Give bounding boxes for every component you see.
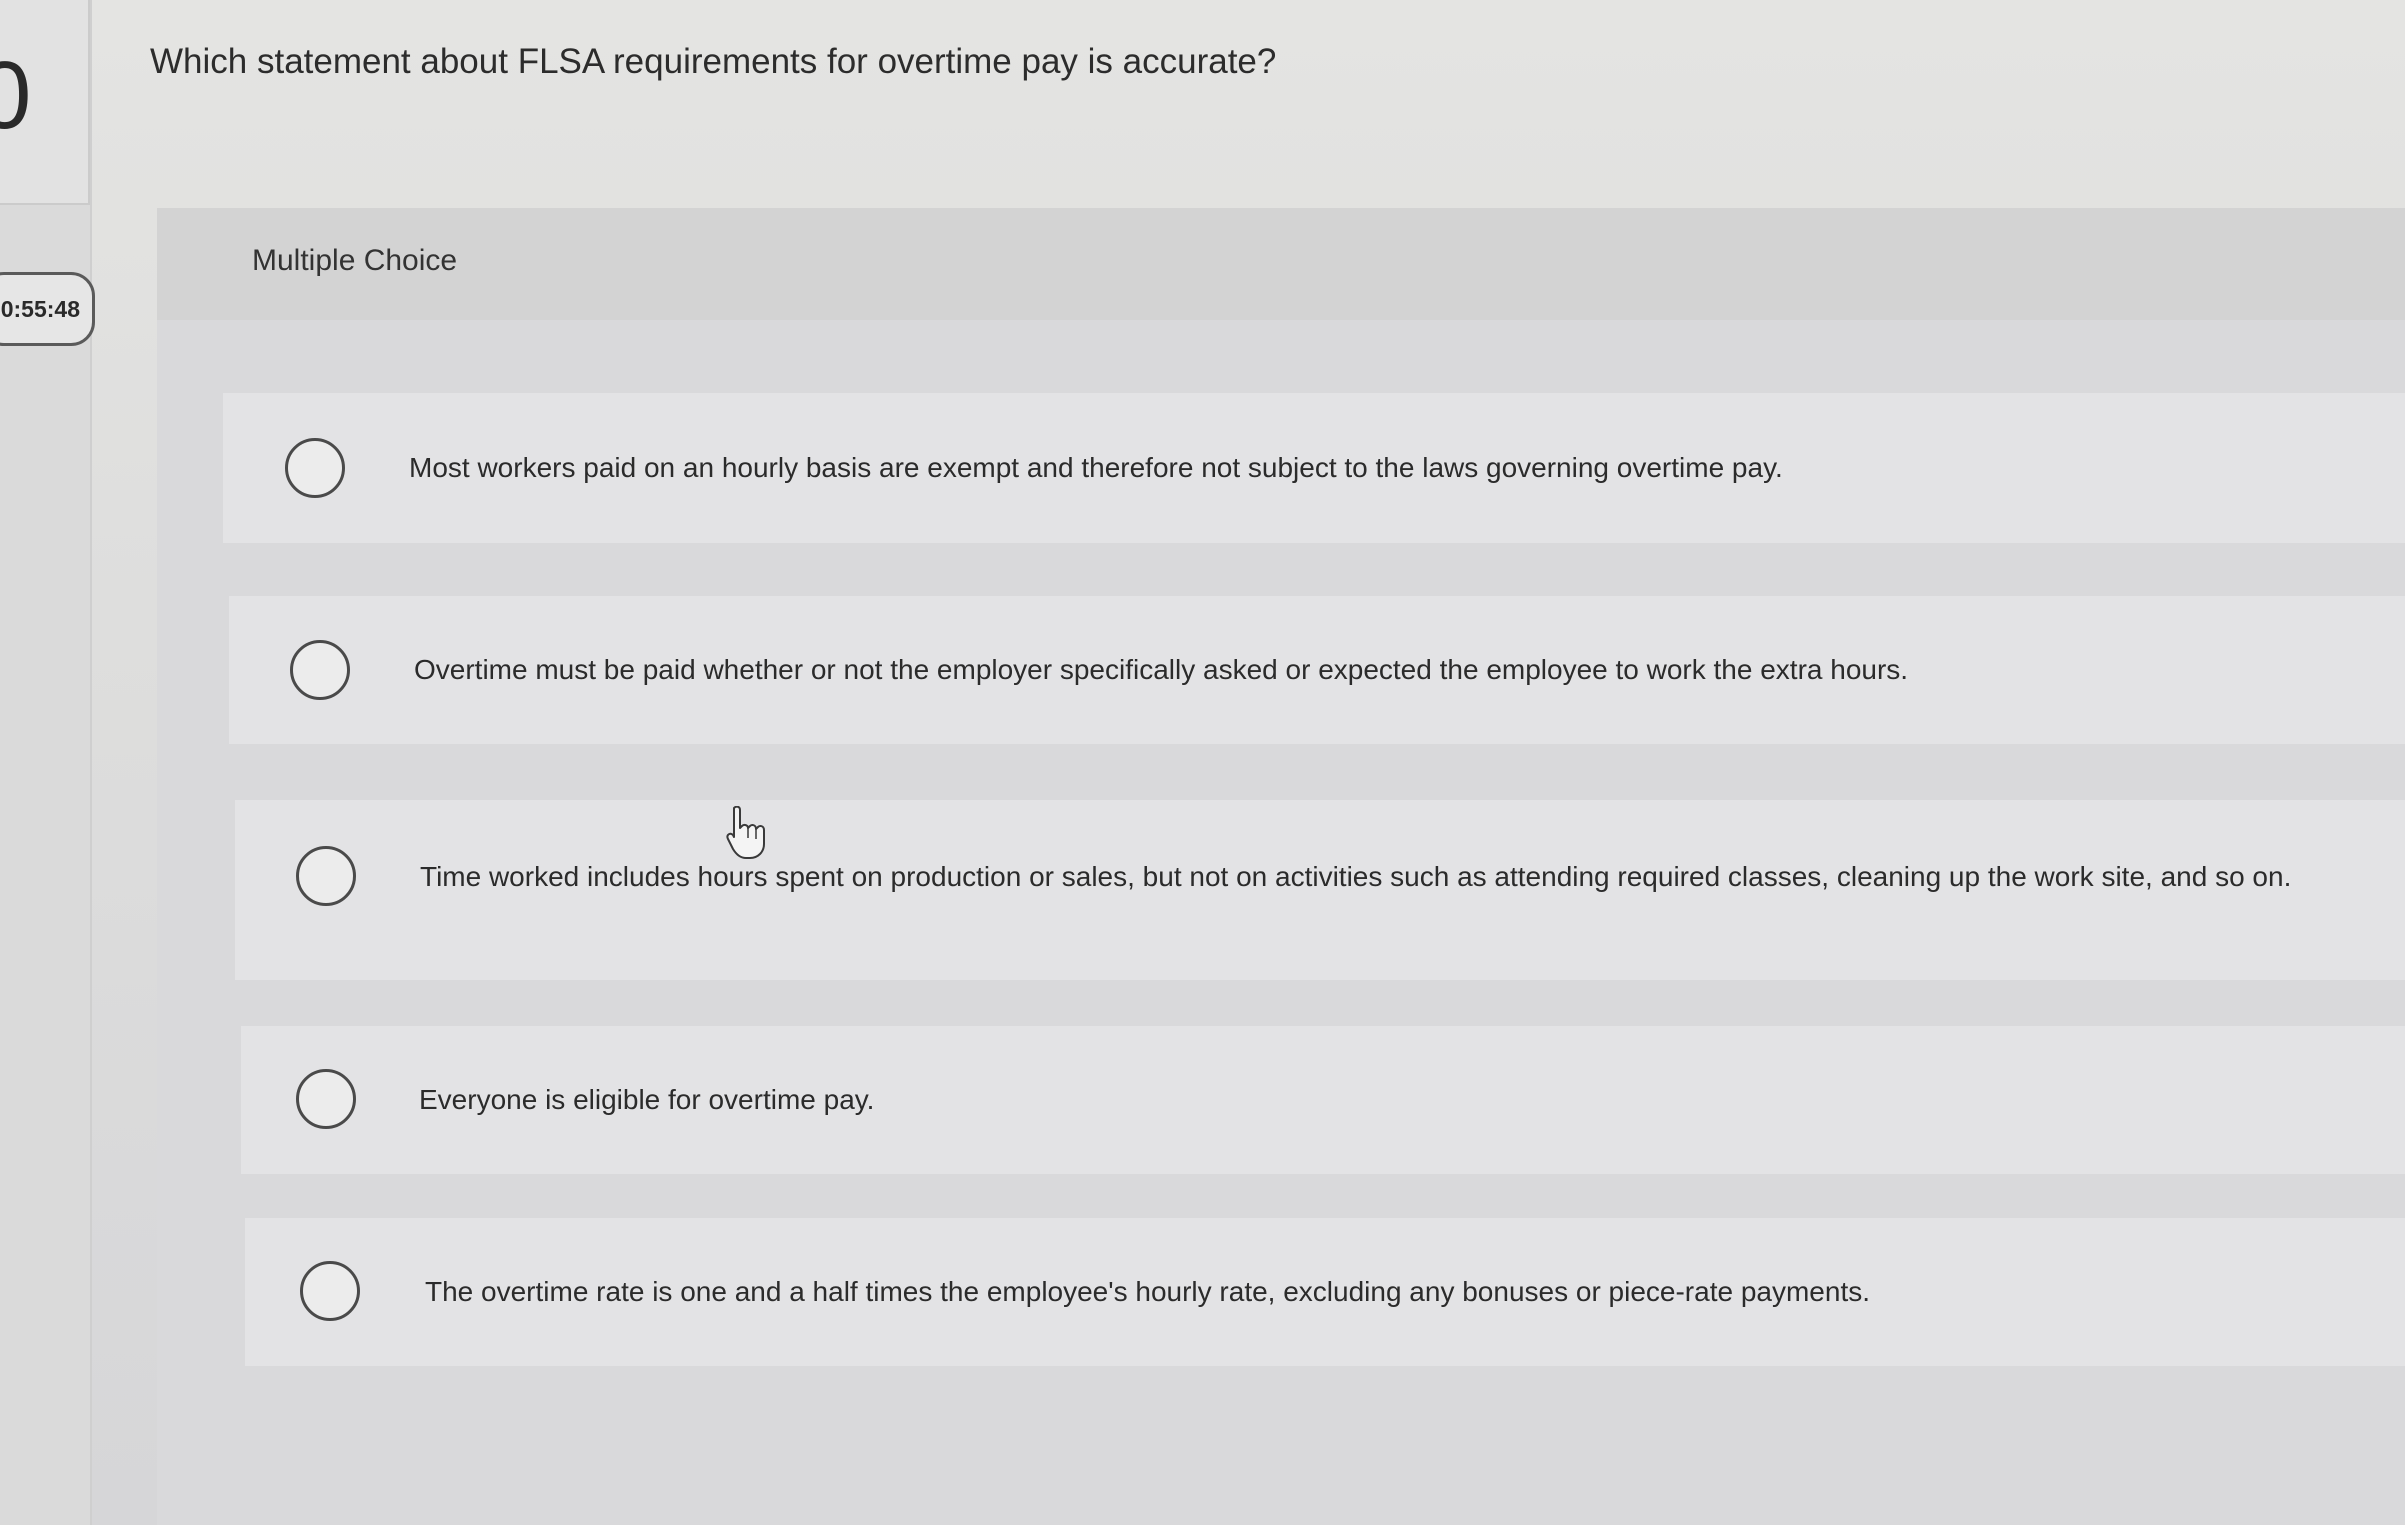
question-type-label: Multiple Choice — [252, 244, 458, 277]
answer-option-4-text[interactable]: Everyone is eligible for overtime pay. — [419, 1081, 2359, 1119]
answer-panel: Multiple Choice Most workers paid on an … — [157, 208, 2405, 1525]
radio-button-4[interactable] — [296, 1069, 356, 1129]
answer-option-5-text[interactable]: The overtime rate is one and a half time… — [425, 1273, 2365, 1311]
radio-button-2[interactable] — [290, 640, 350, 700]
answer-option-1[interactable]: Most workers paid on an hourly basis are… — [223, 393, 2405, 543]
quiz-page: 0 0:55:48 Which statement about FLSA req… — [0, 0, 2405, 1525]
radio-button-3[interactable] — [296, 846, 356, 906]
answer-option-4[interactable]: Everyone is eligible for overtime pay. — [241, 1026, 2405, 1174]
answer-panel-header: Multiple Choice — [157, 208, 2405, 320]
answer-option-1-text[interactable]: Most workers paid on an hourly basis are… — [409, 449, 2369, 487]
answer-option-2[interactable]: Overtime must be paid whether or not the… — [229, 596, 2405, 744]
radio-button-1[interactable] — [285, 438, 345, 498]
question-prompt: Which statement about FLSA requirements … — [150, 42, 1277, 81]
answer-option-3-text[interactable]: Time worked includes hours spent on prod… — [420, 858, 2360, 896]
question-number-box: 0 — [0, 0, 90, 205]
left-rail — [0, 0, 92, 1525]
answer-option-5[interactable]: The overtime rate is one and a half time… — [245, 1218, 2405, 1366]
timer-badge: 0:55:48 — [0, 272, 95, 346]
hand-pointer-icon — [726, 806, 765, 859]
radio-button-5[interactable] — [300, 1261, 360, 1321]
answer-option-3[interactable]: Time worked includes hours spent on prod… — [235, 800, 2405, 980]
question-number: 0 — [0, 42, 32, 149]
answer-option-2-text[interactable]: Overtime must be paid whether or not the… — [414, 651, 2374, 689]
